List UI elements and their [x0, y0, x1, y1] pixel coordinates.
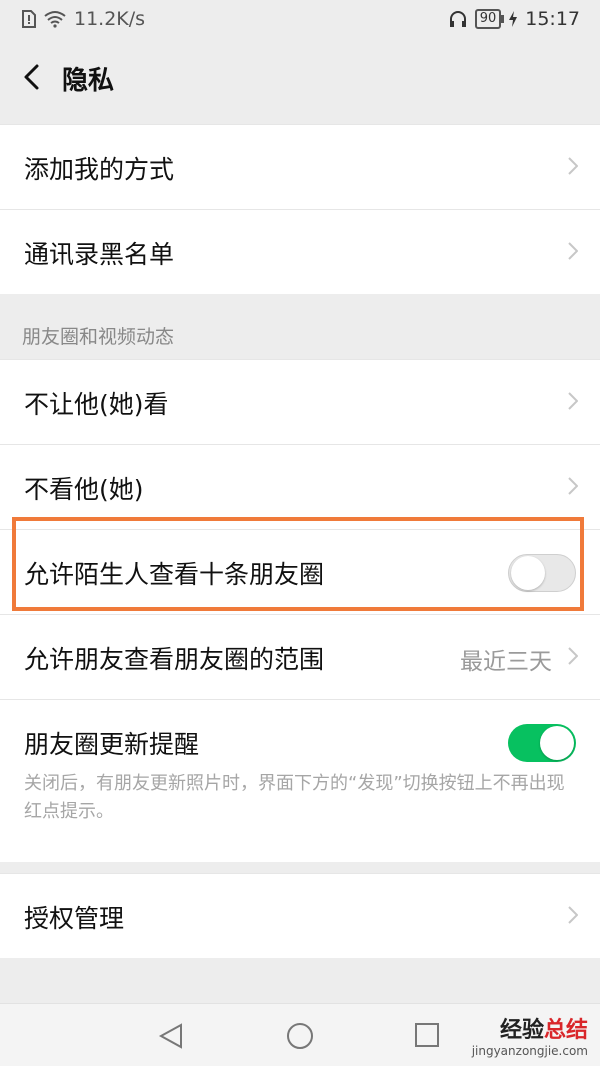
row-label: 添加我的方式: [24, 155, 175, 184]
row-friends-view-range[interactable]: 允许朋友查看朋友圈的范围 最近三天: [0, 614, 600, 699]
row-label: 不让他(她)看: [24, 390, 169, 419]
row-label: 允许朋友查看朋友圈的范围: [24, 645, 325, 674]
update-reminder-description: 关闭后，有朋友更新照片时，界面下方的“发现”切换按钮上不再出现红点提示。: [24, 773, 565, 822]
battery-indicator: 90: [474, 9, 504, 29]
toggle-knob: [540, 726, 574, 760]
update-reminder-toggle[interactable]: [508, 724, 576, 762]
chevron-right-icon: [568, 906, 578, 924]
watermark-url: jingyanzongjie.com: [471, 1044, 588, 1058]
annotation-highlight-box: [12, 517, 584, 611]
chevron-right-icon: [568, 157, 578, 175]
row-hide-moments-from[interactable]: 不让他(她)看: [0, 360, 600, 444]
chevron-right-icon: [568, 242, 578, 260]
row-add-me-ways[interactable]: 添加我的方式: [0, 125, 600, 209]
headphones-icon: [449, 11, 466, 27]
row-moments-update-reminder: 朋友圈更新提醒 关闭后，有朋友更新照片时，界面下方的“发现”切换按钮上不再出现红…: [0, 699, 600, 862]
range-value: 最近三天: [460, 649, 552, 675]
watermark: 经验总结 jingyanzongjie.com: [472, 1012, 588, 1058]
privacy-options-group: 添加我的方式 通讯录黑名单: [0, 124, 600, 294]
row-authorization-management[interactable]: 授权管理: [0, 874, 600, 958]
clock: 15:17: [525, 8, 580, 30]
home-circle-icon[interactable]: [286, 1022, 314, 1050]
chevron-right-icon: [568, 647, 578, 665]
wifi-icon: [44, 11, 66, 28]
watermark-brand-b: 总结: [543, 1018, 588, 1043]
section-title-moments: 朋友圈和视频动态: [22, 326, 175, 348]
row-label: 通讯录黑名单: [24, 240, 175, 269]
chevron-right-icon: [568, 392, 578, 410]
system-navigation-bar: 经验总结 jingyanzongjie.com: [0, 1003, 600, 1066]
network-speed: 11.2K/s: [74, 8, 146, 30]
authorization-group: 授权管理: [0, 873, 600, 958]
charging-icon: [509, 11, 518, 27]
status-bar: 11.2K/s 90 15:17: [0, 0, 600, 42]
sim-alert-icon: [22, 10, 36, 28]
navigation-bar: 隐私: [0, 42, 600, 112]
row-label: 朋友圈更新提醒: [24, 730, 200, 759]
recents-square-icon[interactable]: [414, 1022, 440, 1048]
watermark-brand-a: 经验: [499, 1018, 544, 1043]
row-contacts-blacklist[interactable]: 通讯录黑名单: [0, 209, 600, 294]
row-label: 不看他(她): [24, 475, 144, 504]
page-title: 隐私: [62, 66, 115, 96]
chevron-right-icon: [568, 477, 578, 495]
row-label: 授权管理: [24, 904, 125, 933]
back-triangle-icon[interactable]: [158, 1022, 184, 1050]
back-arrow-icon[interactable]: [18, 60, 48, 94]
